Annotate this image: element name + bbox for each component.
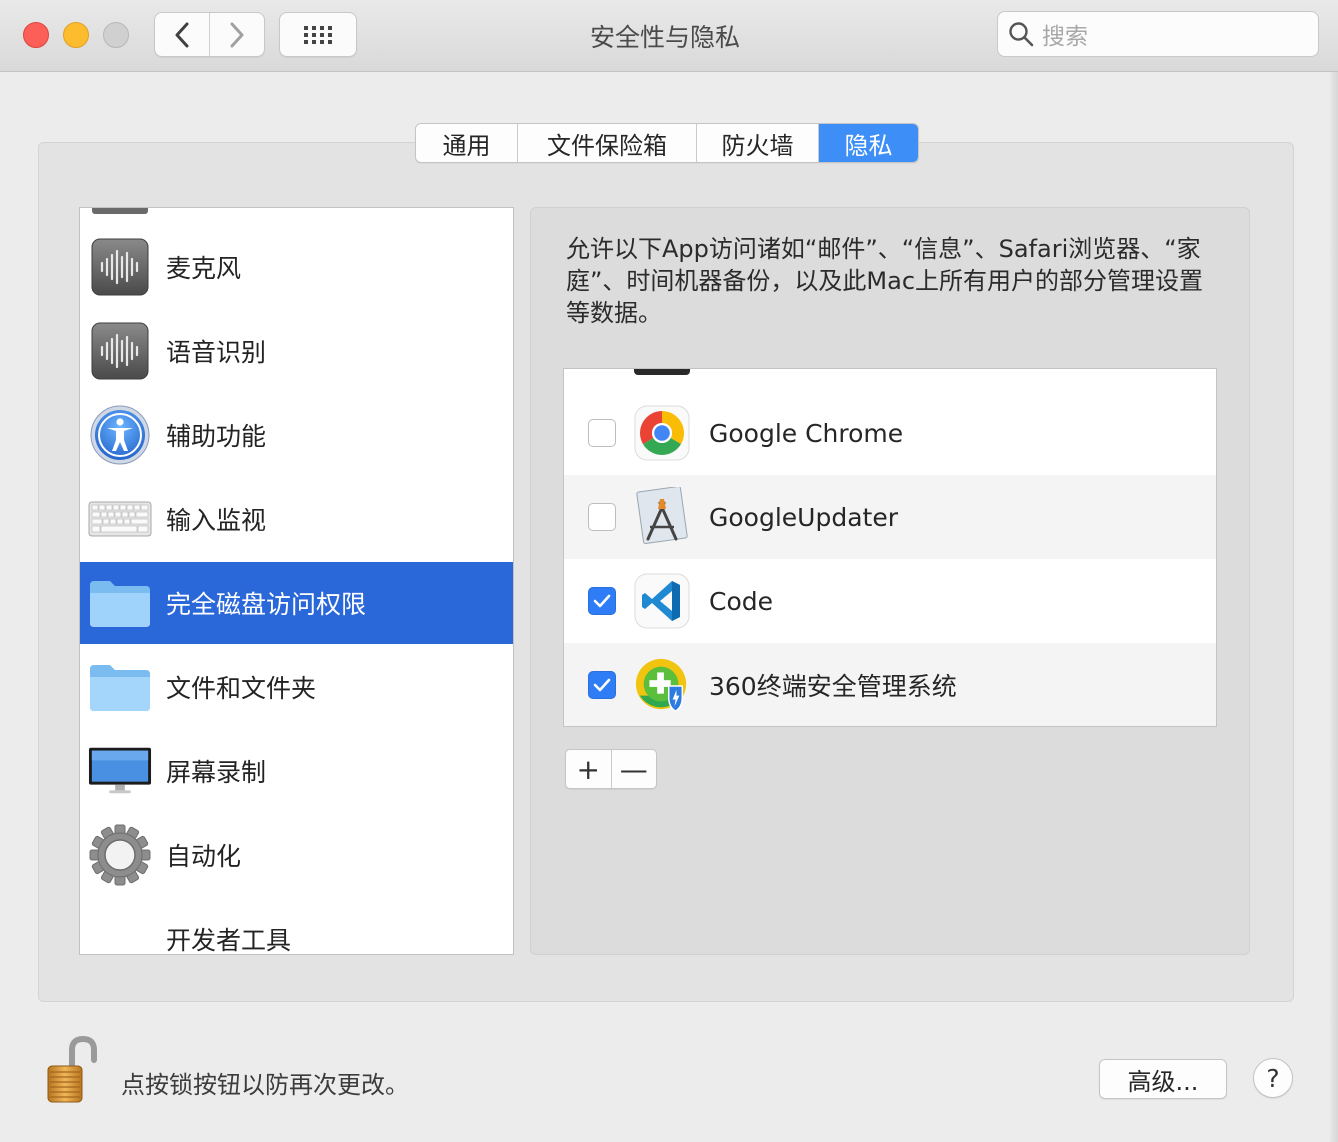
privacy-category-list[interactable]: 麦克风 语音识别 辅助功能 输入监视 完全磁盘访问权限 文件和文件夹 屏幕录制 …	[79, 207, 514, 955]
sidebar-item-label: 麦克风	[166, 254, 242, 283]
scrolled-app-stub	[634, 369, 690, 375]
app-checkbox[interactable]	[588, 419, 616, 447]
app-checkbox[interactable]	[588, 587, 616, 615]
zoom-window-button[interactable]	[103, 22, 129, 48]
folder-icon	[88, 571, 152, 635]
tab-firewall[interactable]: 防火墙	[696, 124, 818, 162]
keyboard-icon	[88, 487, 152, 551]
app-row-google-chrome[interactable]: Google Chrome	[564, 391, 1216, 475]
sidebar-item-speech-recognition[interactable]: 语音识别	[80, 310, 513, 392]
chevron-left-icon	[175, 22, 189, 47]
chrome-icon	[634, 405, 690, 461]
sidebar-item-label: 语音识别	[166, 338, 267, 367]
folder-icon	[88, 655, 152, 719]
permission-description: 允许以下App访问诸如“邮件”、“信息”、Safari浏览器、“家庭”、时间机器…	[566, 235, 1204, 327]
tab-bar: 通用 文件保险箱 防火墙 隐私	[415, 123, 919, 163]
sidebar-item-developer-tools[interactable]: 开发者工具	[80, 898, 513, 955]
app-row-googleupdater[interactable]: GoogleUpdater	[564, 475, 1216, 559]
lock-icon[interactable]	[44, 1035, 100, 1104]
app-list[interactable]: Google Chrome GoogleUpdater Code 360终端安全…	[563, 368, 1217, 727]
checkmark-icon	[593, 678, 611, 692]
app-name: Code	[709, 586, 774, 616]
chevron-right-icon	[230, 22, 244, 47]
app-name: GoogleUpdater	[709, 502, 898, 532]
tab-privacy[interactable]: 隐私	[818, 124, 918, 162]
360-security-icon	[634, 657, 690, 713]
remove-app-button[interactable]: —	[610, 750, 657, 788]
sidebar-item-microphone[interactable]: 麦克风	[80, 226, 513, 308]
app-name: Google Chrome	[709, 418, 904, 448]
show-all-button[interactable]	[279, 12, 357, 57]
sidebar-item-label: 自动化	[166, 842, 242, 871]
sidebar-item-label: 输入监视	[166, 506, 267, 535]
sidebar-item-files-and-folders[interactable]: 文件和文件夹	[80, 646, 513, 728]
sidebar-item-input-monitoring[interactable]: 输入监视	[80, 478, 513, 560]
grid-icon	[304, 25, 332, 44]
title-bar: 安全性与隐私 搜索	[0, 0, 1338, 72]
app-checkbox[interactable]	[588, 503, 616, 531]
app-checkbox[interactable]	[588, 671, 616, 699]
window-title: 安全性与隐私	[589, 23, 740, 52]
sidebar-item-full-disk-access[interactable]: 完全磁盘访问权限	[80, 562, 513, 644]
scrolled-item-stub	[92, 208, 148, 214]
sidebar-item-accessibility[interactable]: 辅助功能	[80, 394, 513, 476]
speech-recognition-icon	[88, 319, 152, 383]
add-app-button[interactable]: +	[566, 750, 611, 788]
gear-icon	[88, 823, 152, 887]
sidebar-item-label: 辅助功能	[166, 422, 267, 451]
app-name: 360终端安全管理系统	[709, 672, 957, 701]
search-placeholder: 搜索	[1042, 24, 1088, 50]
navigation-buttons	[154, 12, 265, 57]
microphone-icon	[88, 235, 152, 299]
search-icon	[1009, 22, 1034, 47]
accessibility-icon	[88, 403, 152, 467]
back-button[interactable]	[155, 13, 209, 56]
help-button[interactable]: ?	[1253, 1058, 1293, 1098]
tab-general[interactable]: 通用	[416, 124, 517, 162]
advanced-button[interactable]: 高级...	[1099, 1059, 1227, 1099]
forward-button[interactable]	[209, 13, 264, 56]
app-row-code[interactable]: Code	[564, 559, 1216, 643]
sidebar-item-screen-recording[interactable]: 屏幕录制	[80, 730, 513, 812]
window-edge	[1330, 72, 1338, 1142]
lock-hint-text: 点按锁按钮以防再次更改。	[121, 1071, 409, 1099]
display-icon	[88, 739, 152, 803]
add-remove-buttons: + —	[565, 749, 657, 789]
minimize-window-button[interactable]	[63, 22, 89, 48]
app-placeholder-icon	[634, 487, 690, 545]
vscode-icon	[634, 573, 690, 629]
close-window-button[interactable]	[23, 22, 49, 48]
checkmark-icon	[593, 594, 611, 608]
tab-filevault[interactable]: 文件保险箱	[517, 124, 696, 162]
sidebar-item-automation[interactable]: 自动化	[80, 814, 513, 896]
sidebar-item-label: 完全磁盘访问权限	[166, 590, 367, 619]
sidebar-item-label: 开发者工具	[166, 926, 292, 955]
sidebar-item-label: 文件和文件夹	[166, 674, 317, 703]
app-row-360-security[interactable]: 360终端安全管理系统	[564, 643, 1216, 726]
sidebar-item-label: 屏幕录制	[166, 758, 267, 787]
search-field[interactable]: 搜索	[997, 11, 1319, 57]
